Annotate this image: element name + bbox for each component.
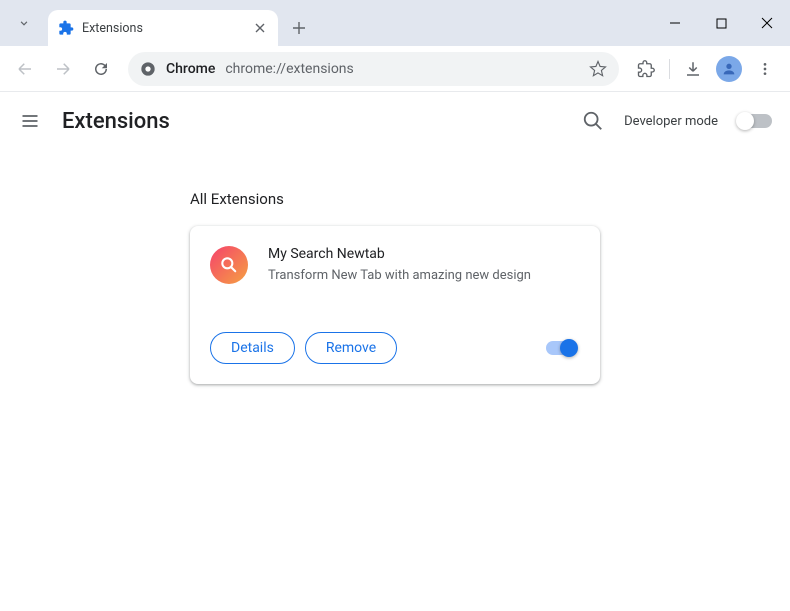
new-tab-button[interactable] (284, 13, 314, 43)
maximize-button[interactable] (698, 0, 744, 46)
extensions-content: All Extensions My Search Newtab Transfor… (0, 150, 790, 384)
extension-icon (210, 246, 248, 284)
back-button[interactable] (8, 52, 42, 86)
search-extensions-button[interactable] (582, 110, 604, 132)
plus-icon (292, 21, 306, 35)
remove-button[interactable]: Remove (305, 332, 397, 364)
separator (669, 59, 670, 79)
extension-enable-toggle[interactable] (546, 341, 576, 355)
arrow-right-icon (54, 60, 72, 78)
extension-name: My Search Newtab (268, 246, 531, 262)
developer-mode-label: Developer mode (624, 114, 718, 129)
chrome-icon (140, 61, 156, 77)
puzzle-piece-icon (58, 20, 74, 36)
reload-button[interactable] (84, 52, 118, 86)
forward-button[interactable] (46, 52, 80, 86)
downloads-button[interactable] (676, 52, 710, 86)
close-icon (761, 17, 773, 29)
arrow-left-icon (16, 60, 34, 78)
page-title: Extensions (62, 109, 170, 134)
profile-button[interactable] (712, 52, 746, 86)
browser-toolbar: Chrome chrome://extensions (0, 46, 790, 92)
hamburger-icon (20, 111, 40, 131)
download-icon (684, 60, 702, 78)
main-menu-button[interactable] (18, 109, 42, 133)
extension-card: My Search Newtab Transform New Tab with … (190, 226, 600, 384)
address-bar[interactable]: Chrome chrome://extensions (128, 52, 619, 86)
close-window-button[interactable] (744, 0, 790, 46)
tab-close-button[interactable] (252, 20, 268, 36)
extensions-header: Extensions Developer mode (0, 92, 790, 150)
minimize-icon (669, 17, 681, 29)
chevron-down-icon (17, 16, 31, 30)
tab-search-button[interactable] (0, 0, 48, 46)
extensions-button[interactable] (629, 52, 663, 86)
details-button[interactable]: Details (210, 332, 295, 364)
reload-icon (92, 60, 110, 78)
maximize-icon (716, 18, 727, 29)
close-icon (255, 23, 265, 33)
menu-button[interactable] (748, 52, 782, 86)
kebab-icon (757, 61, 773, 77)
magnifier-icon (219, 255, 239, 275)
browser-tab[interactable]: Extensions (48, 10, 278, 46)
minimize-button[interactable] (652, 0, 698, 46)
section-title: All Extensions (190, 190, 790, 208)
tab-title: Extensions (82, 21, 244, 36)
window-titlebar: Extensions (0, 0, 790, 46)
extension-description: Transform New Tab with amazing new desig… (268, 268, 531, 283)
window-controls (652, 0, 790, 46)
puzzle-piece-icon (637, 60, 655, 78)
url-text: chrome://extensions (225, 61, 579, 77)
avatar-icon (716, 56, 742, 82)
search-icon (582, 110, 604, 132)
star-icon[interactable] (589, 60, 607, 78)
developer-mode-toggle[interactable] (738, 114, 772, 128)
origin-label: Chrome (166, 61, 215, 77)
